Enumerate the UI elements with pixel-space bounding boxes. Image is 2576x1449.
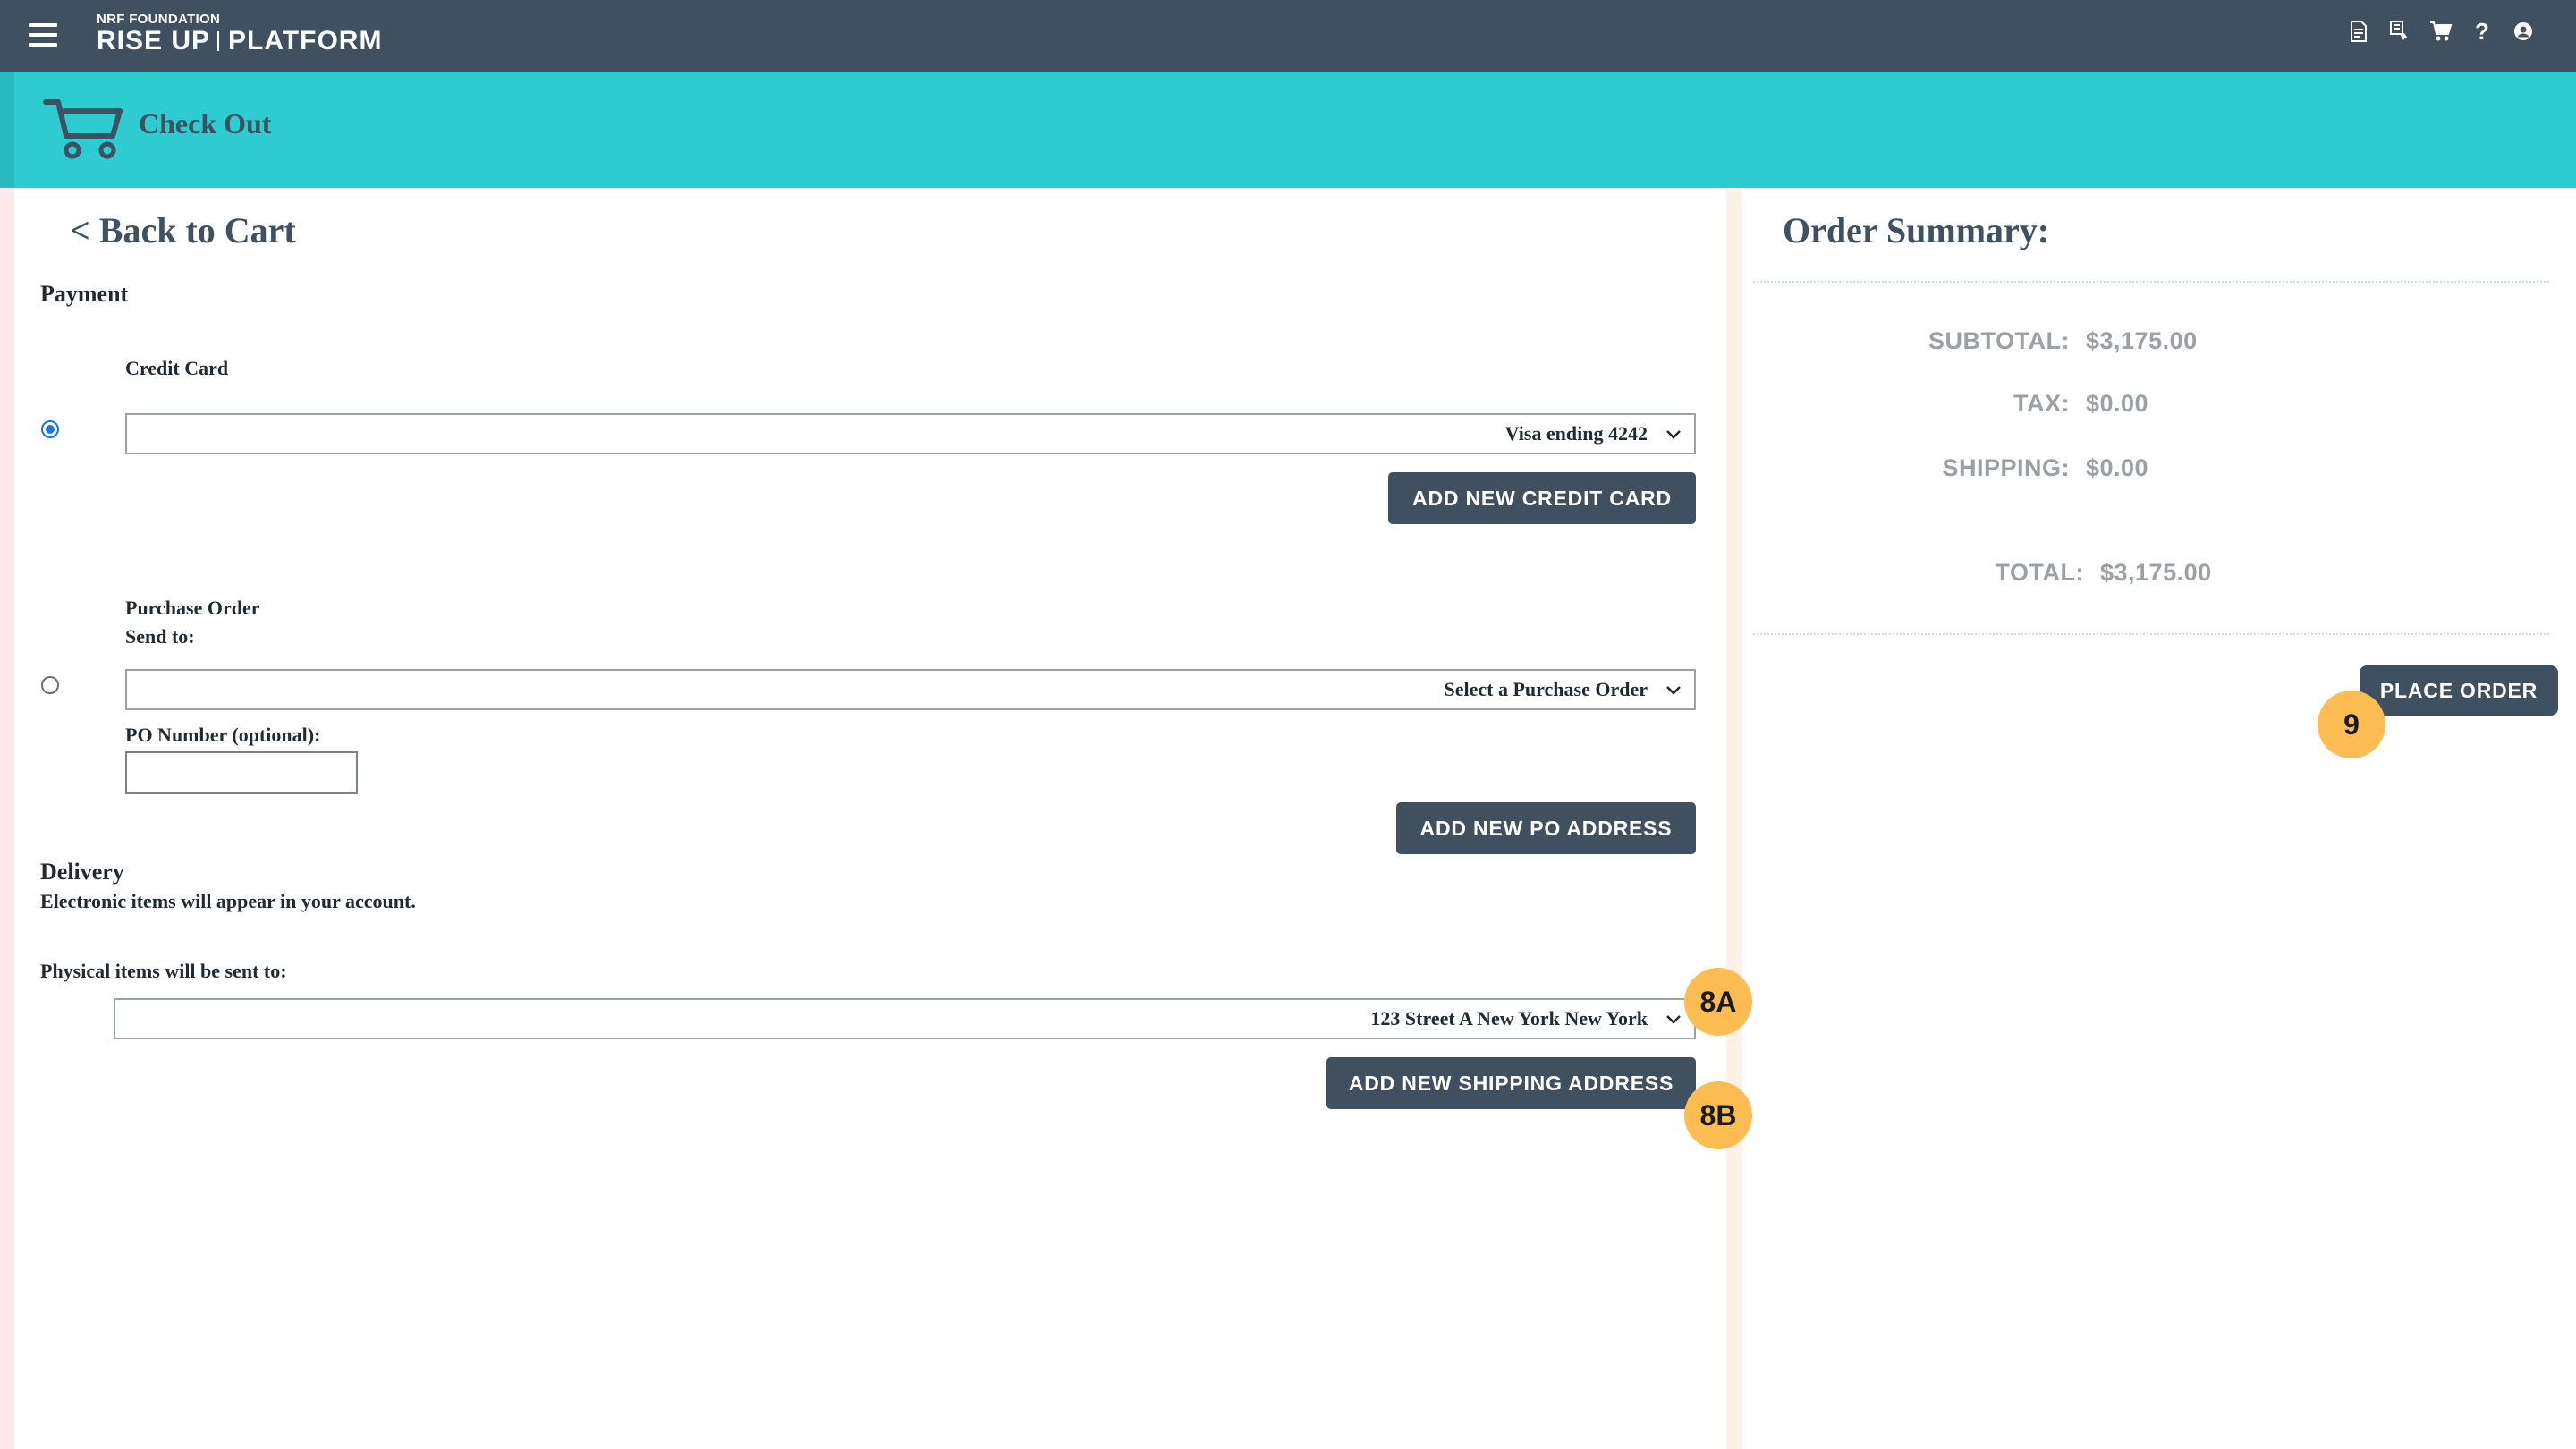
chevron-down-icon — [1666, 1015, 1681, 1024]
add-new-po-address-button[interactable]: ADD NEW PO ADDRESS — [1396, 802, 1696, 854]
top-navbar: NRF FOUNDATION RISE UP PLATFORM ? — [0, 0, 2576, 72]
total-row: TOTAL: $3,175.00 — [1860, 559, 2212, 587]
chevron-down-icon — [1666, 430, 1681, 439]
purchase-order-select[interactable]: Select a Purchase Order — [125, 669, 1696, 710]
hamburger-menu-icon[interactable] — [29, 23, 57, 47]
cart-icon[interactable] — [2429, 20, 2453, 43]
shipping-address-select-value: 123 Street A New York New York — [1370, 1007, 1648, 1030]
delivery-section-title: Delivery — [40, 859, 124, 885]
shipping-value: $0.00 — [2086, 454, 2149, 481]
electronic-items-note: Electronic items will appear in your acc… — [40, 890, 416, 912]
logo-foundation-text: NRF FOUNDATION — [97, 12, 221, 27]
left-edge-stripe — [0, 188, 14, 1449]
purchase-order-select-value: Select a Purchase Order — [1444, 678, 1648, 700]
account-icon[interactable] — [2512, 20, 2535, 43]
annotation-badge-9: 9 — [2318, 691, 2385, 758]
help-glyph: ? — [2475, 17, 2489, 45]
shopping-cart-icon — [43, 97, 125, 164]
subtotal-label: SUBTOTAL: — [1928, 327, 2070, 354]
total-value: $3,175.00 — [2100, 559, 2212, 586]
chevron-down-icon — [1666, 686, 1681, 695]
tax-label: TAX: — [2013, 390, 2070, 417]
send-to-label: Send to: — [125, 625, 195, 648]
annotation-badge-8b: 8B — [1684, 1081, 1752, 1149]
purchase-order-label: Purchase Order — [125, 597, 260, 619]
receipt-icon[interactable] — [2388, 20, 2411, 43]
credit-card-radio[interactable] — [41, 420, 59, 438]
help-icon[interactable]: ? — [2470, 17, 2494, 45]
logo-rise-up-text: RISE UP — [97, 26, 211, 55]
tax-value: $0.00 — [2086, 390, 2149, 417]
order-summary-title: Order Summary: — [1783, 210, 2050, 250]
credit-card-label: Credit Card — [125, 357, 229, 379]
subtotal-value: $3,175.00 — [2086, 327, 2198, 354]
purchase-order-radio[interactable] — [41, 676, 59, 694]
header-accent-strip — [0, 72, 14, 188]
add-new-credit-card-button[interactable]: ADD NEW CREDIT CARD — [1388, 472, 1696, 524]
checkout-header: Check Out — [0, 72, 2576, 188]
total-label: TOTAL: — [1995, 559, 2084, 586]
navbar-icons: ? — [2347, 17, 2535, 45]
logo-platform-text: PLATFORM — [228, 26, 383, 55]
tax-row: TAX: $0.00 — [1860, 390, 2148, 418]
place-order-button[interactable]: PLACE ORDER — [2360, 665, 2558, 716]
summary-divider-bottom — [1753, 633, 2549, 635]
credit-card-select-value: Visa ending 4242 — [1504, 422, 1648, 445]
shipping-row: SHIPPING: $0.00 — [1860, 454, 2148, 482]
add-new-shipping-address-button[interactable]: ADD NEW SHIPPING ADDRESS — [1326, 1057, 1696, 1109]
subtotal-row: SUBTOTAL: $3,175.00 — [1860, 327, 2198, 355]
shipping-label: SHIPPING: — [1942, 454, 2070, 481]
po-number-label: PO Number (optional): — [125, 724, 321, 746]
credit-card-select[interactable]: Visa ending 4242 — [125, 413, 1696, 454]
platform-logo[interactable]: NRF FOUNDATION RISE UP PLATFORM — [97, 13, 382, 56]
physical-items-label: Physical items will be sent to: — [40, 960, 287, 982]
back-to-cart-link[interactable]: < Back to Cart — [70, 209, 296, 251]
column-divider-stripe — [1726, 188, 1742, 1449]
page-title: Check Out — [139, 107, 272, 140]
shipping-address-select[interactable]: 123 Street A New York New York — [114, 998, 1696, 1039]
payment-section-title: Payment — [40, 281, 129, 307]
summary-divider-top — [1753, 281, 2549, 283]
annotation-badge-8a: 8A — [1684, 968, 1752, 1036]
po-number-input[interactable] — [125, 751, 358, 794]
document-icon[interactable] — [2347, 20, 2370, 43]
